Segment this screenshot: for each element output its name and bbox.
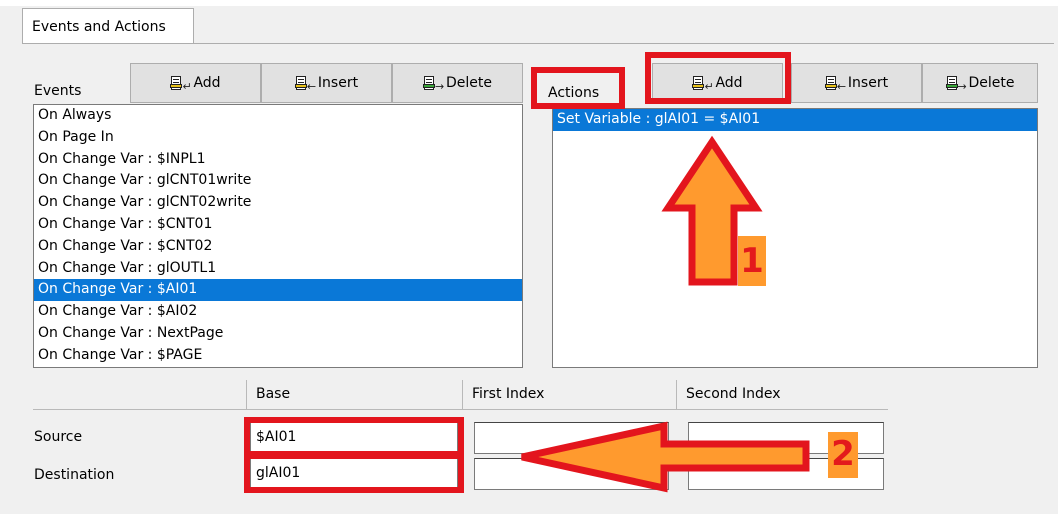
list-item[interactable]: On Always bbox=[34, 105, 522, 127]
source-label: Source bbox=[34, 429, 83, 445]
events-delete-label: Delete bbox=[446, 75, 492, 91]
events-insert-label: Insert bbox=[317, 75, 359, 91]
tab-events-and-actions[interactable]: Events and Actions bbox=[22, 8, 194, 44]
list-item[interactable]: On Change Var : $AI02 bbox=[34, 301, 522, 323]
column-header-second-index: Second Index bbox=[686, 386, 781, 402]
list-item[interactable]: On Change Var : glCNT02write bbox=[34, 192, 522, 214]
events-add-button[interactable]: ↵ Add bbox=[130, 63, 261, 103]
list-item[interactable]: Set Variable : glAI01 = $AI01 bbox=[553, 109, 1037, 131]
insert-row-icon: ← bbox=[294, 75, 316, 92]
list-item[interactable]: On Change Var : glOUTL1 bbox=[34, 258, 522, 280]
source-first-index-field[interactable] bbox=[474, 422, 669, 454]
actions-delete-button[interactable]: → Delete bbox=[922, 63, 1038, 103]
tab-label: Events and Actions bbox=[32, 19, 166, 35]
window-top-strip bbox=[0, 0, 1058, 6]
destination-label: Destination bbox=[34, 467, 115, 483]
grid-divider bbox=[246, 380, 247, 410]
actions-insert-button[interactable]: ← Insert bbox=[791, 63, 922, 103]
source-base-field[interactable]: $AI01 bbox=[250, 422, 458, 454]
add-row-icon: ↵ bbox=[170, 75, 192, 92]
grid-divider bbox=[462, 380, 463, 410]
dialog-window: Events and Actions Events ↵ Add ← Insert… bbox=[0, 0, 1058, 514]
list-item[interactable]: On Change Var : $CNT01 bbox=[34, 214, 522, 236]
actions-listbox[interactable]: Set Variable : glAI01 = $AI01 bbox=[552, 108, 1038, 368]
grid-header-line bbox=[33, 409, 888, 410]
actions-delete-label: Delete bbox=[968, 75, 1015, 91]
events-listbox[interactable]: On Always On Page In On Change Var : $INPL… bbox=[33, 104, 523, 368]
grid-divider bbox=[676, 380, 677, 410]
actions-label: Actions bbox=[548, 85, 600, 101]
column-header-first-index: First Index bbox=[472, 386, 545, 402]
actions-insert-label: Insert bbox=[847, 75, 889, 91]
delete-row-icon: → bbox=[423, 75, 444, 92]
delete-row-icon: → bbox=[945, 75, 967, 92]
events-delete-button[interactable]: → Delete bbox=[392, 63, 523, 103]
list-item[interactable]: On Change Var : $INPL1 bbox=[34, 149, 522, 171]
events-label: Events bbox=[34, 83, 82, 99]
list-item[interactable]: On Change Var : $AI01 bbox=[34, 279, 522, 302]
list-item[interactable]: On Page In bbox=[34, 127, 522, 149]
destination-first-index-field[interactable] bbox=[474, 458, 669, 490]
step-2-badge: 2 bbox=[828, 432, 858, 478]
destination-base-field[interactable]: glAI01 bbox=[250, 458, 458, 490]
list-item[interactable]: On Change Var : glCNT01write bbox=[34, 170, 522, 192]
list-item[interactable]: On Change Var : $PAGE bbox=[34, 345, 522, 367]
actions-add-button[interactable]: ↵ Add bbox=[652, 63, 783, 103]
events-add-label: Add bbox=[193, 75, 221, 91]
actions-add-label: Add bbox=[715, 75, 743, 91]
list-item[interactable]: On Change Var : $CNT02 bbox=[34, 236, 522, 258]
events-insert-button[interactable]: ← Insert bbox=[261, 63, 392, 103]
add-row-icon: ↵ bbox=[692, 75, 714, 92]
step-1-badge: 1 bbox=[738, 236, 766, 286]
list-item[interactable]: On Change Var : NextPage bbox=[34, 323, 522, 345]
column-header-base: Base bbox=[256, 386, 291, 402]
insert-row-icon: ← bbox=[824, 75, 846, 92]
